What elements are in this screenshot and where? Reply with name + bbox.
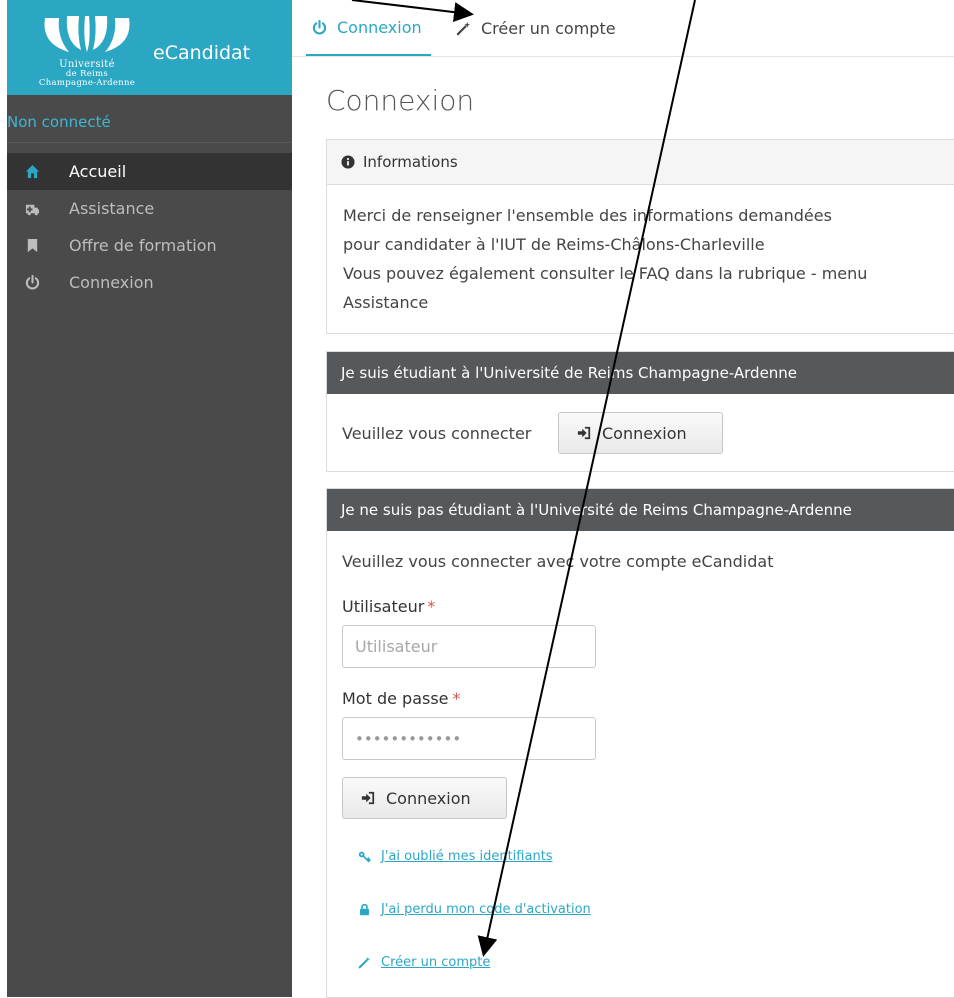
sidebar-item-connexion[interactable]: Connexion — [7, 264, 292, 301]
student-connexion-button[interactable]: Connexion — [558, 412, 723, 454]
sidebar-item-assistance[interactable]: Assistance — [7, 190, 292, 227]
power-icon — [25, 264, 41, 301]
lost-activation-code-link[interactable]: J'ai perdu mon code d'activation — [358, 902, 591, 917]
university-name: Université de Reims Champagne-Ardenne — [38, 59, 136, 88]
university-emblem-icon — [44, 16, 130, 52]
password-label: Mot de passe * — [342, 689, 461, 708]
home-icon — [25, 153, 41, 190]
magic-wand-icon — [456, 21, 471, 35]
sign-in-icon — [577, 426, 591, 440]
forgot-credentials-link[interactable]: J'ai oublié mes identifiants — [358, 849, 553, 864]
sign-in-icon — [361, 791, 375, 805]
power-icon — [312, 19, 327, 34]
info-panel-header: Informations — [327, 140, 954, 185]
university-logo[interactable]: Université de Reims Champagne-Ardenne — [17, 14, 157, 92]
lock-icon — [360, 903, 369, 916]
sidebar-item-label: Connexion — [69, 273, 154, 292]
sidebar-nav: Accueil Assistance Offre de formation Co… — [7, 153, 292, 301]
bookmark-icon — [25, 227, 41, 264]
external-connexion-button[interactable]: Connexion — [342, 777, 507, 819]
external-login-prompt: Veuillez vous connecter avec votre compt… — [342, 552, 774, 571]
top-tabs-bar: Connexion Créer un compte — [292, 0, 954, 57]
tab-creer-compte[interactable]: Créer un compte — [456, 0, 616, 56]
brand-header: Université de Reims Champagne-Ardenne eC… — [7, 0, 292, 95]
create-account-link[interactable]: Créer un compte — [358, 955, 490, 970]
student-panel-header: Je suis étudiant à l'Université de Reims… — [327, 352, 954, 394]
magic-wand-icon — [358, 956, 371, 969]
sidebar-item-label: Assistance — [69, 199, 155, 218]
sidebar-item-offre-formation[interactable]: Offre de formation — [7, 227, 292, 264]
info-panel: Informations Merci de renseigner l'ensem… — [326, 139, 954, 334]
info-panel-title: Informations — [363, 153, 458, 171]
tab-connexion[interactable]: Connexion — [306, 0, 431, 56]
login-status: Non connecté — [7, 104, 292, 143]
username-input[interactable] — [342, 625, 596, 668]
ambulance-icon — [25, 190, 41, 227]
key-icon — [358, 851, 371, 863]
student-login-prompt: Veuillez vous connecter — [342, 424, 532, 443]
sidebar-item-label: Offre de formation — [69, 236, 217, 255]
sidebar: Université de Reims Champagne-Ardenne eC… — [7, 0, 292, 997]
username-label: Utilisateur * — [342, 597, 436, 616]
app-name: eCandidat — [153, 42, 251, 64]
sidebar-item-accueil[interactable]: Accueil — [7, 153, 292, 190]
page-title: Connexion — [326, 84, 475, 117]
info-text: Merci de renseigner l'ensemble des infor… — [343, 206, 868, 312]
sidebar-item-label: Accueil — [69, 162, 127, 181]
login-status-text: Non connecté — [7, 113, 111, 131]
info-circle-icon — [341, 155, 355, 169]
external-panel-header: Je ne suis pas étudiant à l'Université d… — [327, 489, 954, 531]
password-input[interactable]: •••••••••••• — [342, 717, 596, 760]
